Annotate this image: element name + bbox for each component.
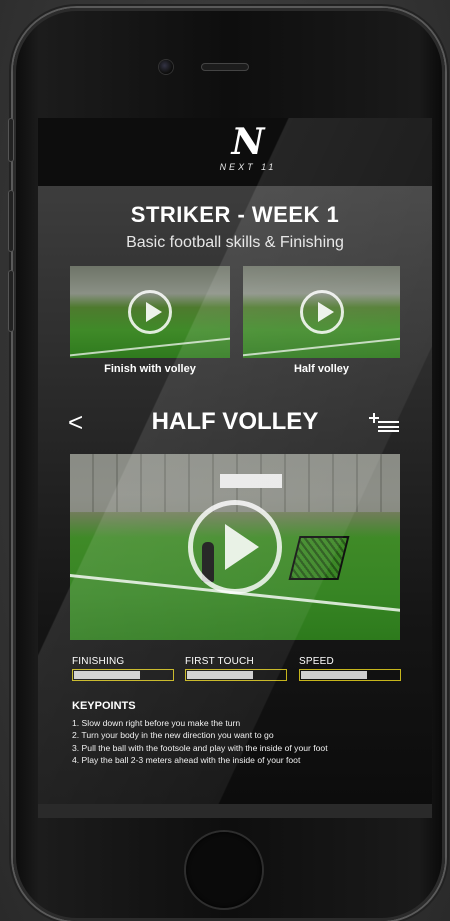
stat-bar-speed — [299, 669, 401, 681]
stat-label-first-touch: FIRST TOUCH — [185, 656, 254, 667]
add-to-list-icon[interactable] — [368, 412, 400, 432]
home-button[interactable] — [186, 832, 262, 908]
arena-banner — [220, 474, 282, 488]
mute-switch — [8, 118, 14, 162]
pitch-line — [70, 337, 230, 357]
thumbnail-label[interactable]: Half volley — [243, 363, 400, 375]
rebounder-net — [288, 536, 350, 580]
stat-fill — [74, 671, 140, 679]
keypoint-item: 2. Turn your body in the new direction y… — [72, 730, 274, 741]
volume-up-button — [8, 190, 14, 252]
keypoints-list: 1. Slow down right before you make the t… — [72, 717, 432, 767]
screen-bottom-bar — [38, 804, 432, 818]
volume-down-button — [8, 270, 14, 332]
keypoint-item: 4. Play the ball 2-3 meters ahead with t… — [72, 755, 301, 766]
keypoints-title: KEYPOINTS — [72, 700, 136, 712]
play-icon[interactable] — [128, 290, 172, 334]
pitch-line — [243, 337, 400, 357]
stat-label-speed: SPEED — [299, 656, 334, 667]
stat-bar-first-touch — [185, 669, 287, 681]
stat-bar-finishing — [72, 669, 174, 681]
app-header: N NEXT 11 — [38, 118, 432, 186]
video-thumbnail-finish-with-volley[interactable] — [70, 266, 230, 358]
stat-fill — [301, 671, 367, 679]
video-thumbnail-half-volley[interactable] — [243, 266, 400, 358]
app-screen: N NEXT 11 STRIKER - WEEK 1 Basic footbal… — [38, 118, 432, 804]
program-subtitle: Basic football skills & Finishing — [126, 234, 344, 251]
keypoint-item: 3. Pull the ball with the footsole and p… — [72, 742, 328, 753]
front-camera — [159, 60, 173, 74]
stat-fill — [187, 671, 253, 679]
main-video-player[interactable] — [70, 454, 400, 640]
play-icon[interactable] — [188, 500, 282, 594]
logo-text: NEXT 11 — [219, 162, 277, 172]
play-icon[interactable] — [299, 290, 344, 334]
logo-mark: N — [231, 121, 265, 163]
earpiece-speaker — [201, 63, 249, 71]
keypoint-item: 1. Slow down right before you make the t… — [72, 718, 241, 728]
thumbnail-label[interactable]: Finish with volley — [70, 363, 230, 375]
stat-label-finishing: FINISHING — [72, 656, 125, 667]
program-title: STRIKER - WEEK 1 — [130, 202, 340, 227]
